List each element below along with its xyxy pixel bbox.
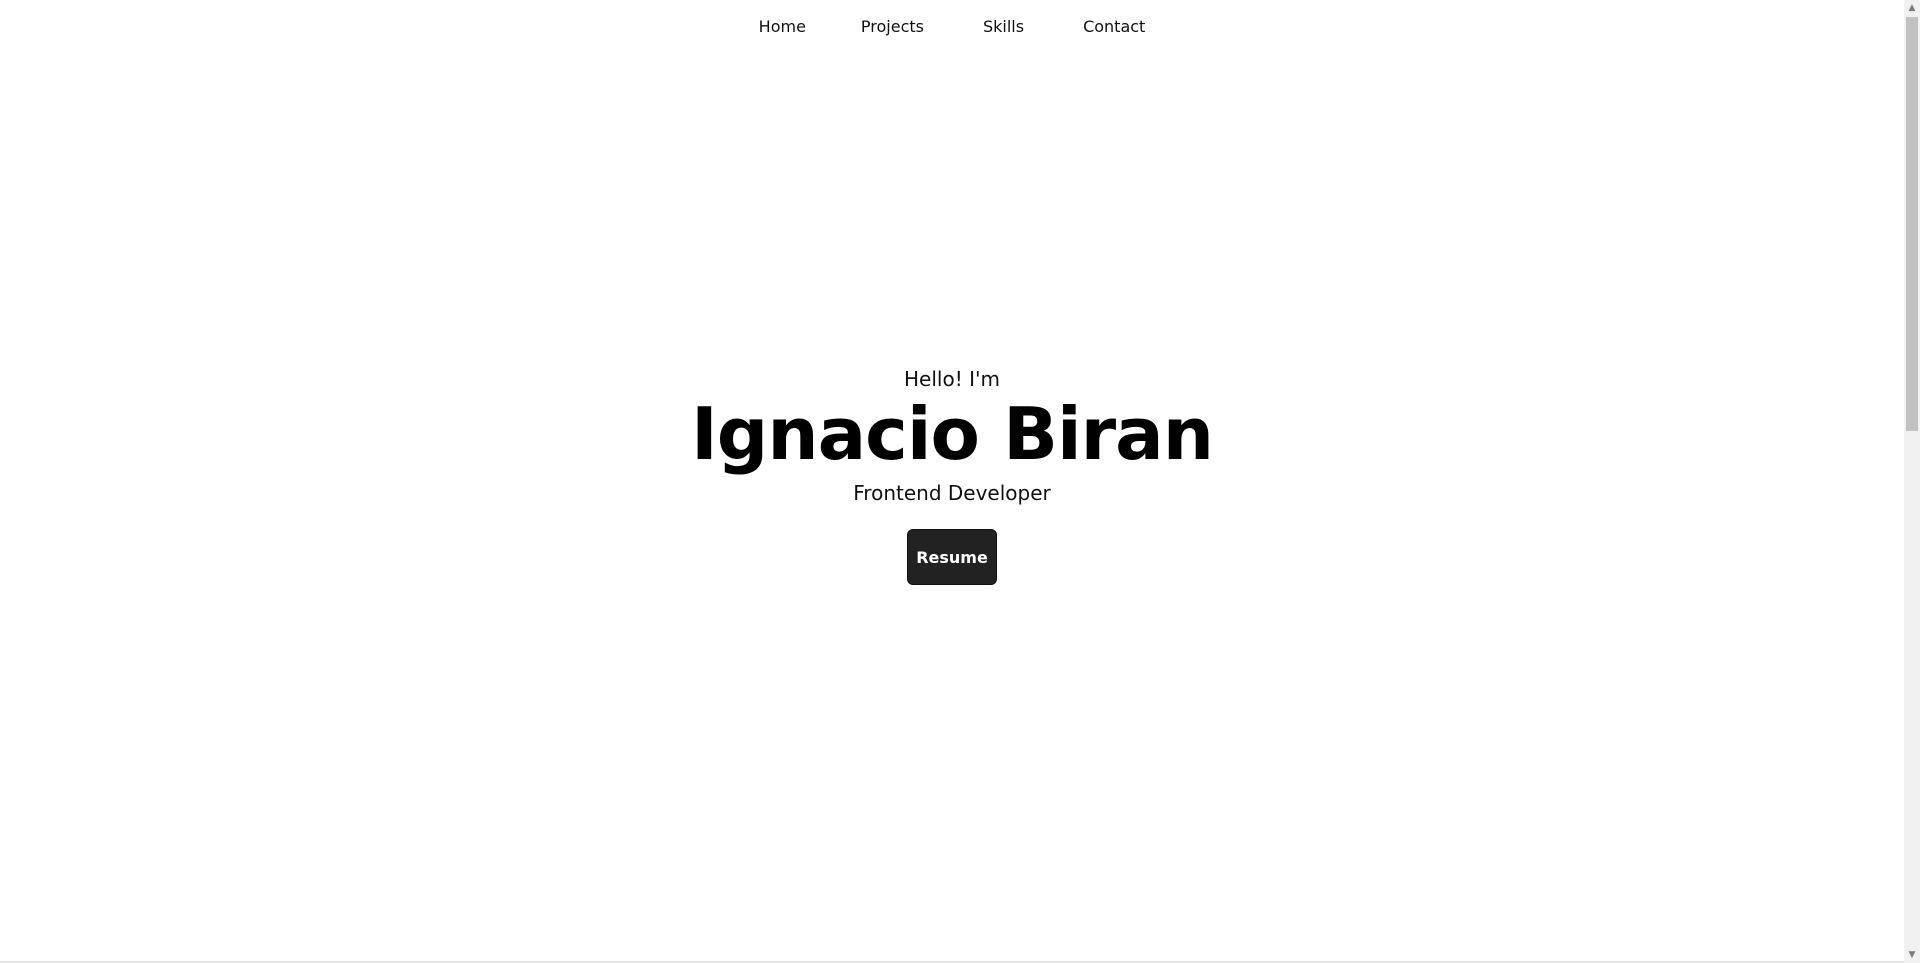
nav-link-home[interactable]: Home	[759, 16, 806, 38]
nav-link-skills[interactable]: Skills	[983, 16, 1024, 38]
nav-link-contact[interactable]: Contact	[1083, 16, 1145, 38]
hero-section: Hello! I'm Ignacio Biran Frontend Develo…	[0, 366, 1904, 585]
hero-role: Frontend Developer	[853, 481, 1051, 505]
hero-greeting: Hello! I'm	[904, 367, 1000, 391]
top-nav: Home Projects Skills Contact	[0, 16, 1904, 38]
hero-name: Ignacio Biran	[691, 392, 1214, 476]
scrollbar-thumb[interactable]	[1906, 17, 1918, 431]
resume-button[interactable]: Resume	[907, 529, 997, 585]
triangle-down-icon[interactable]: ▼	[1904, 947, 1920, 963]
main-content: Home Projects Skills Contact Hello! I'm …	[0, 0, 1904, 963]
triangle-up-icon[interactable]: ▲	[1904, 0, 1920, 16]
vertical-scrollbar[interactable]: ▲ ▼	[1904, 0, 1920, 963]
nav-link-projects[interactable]: Projects	[861, 16, 924, 38]
page: Home Projects Skills Contact Hello! I'm …	[0, 0, 1920, 963]
